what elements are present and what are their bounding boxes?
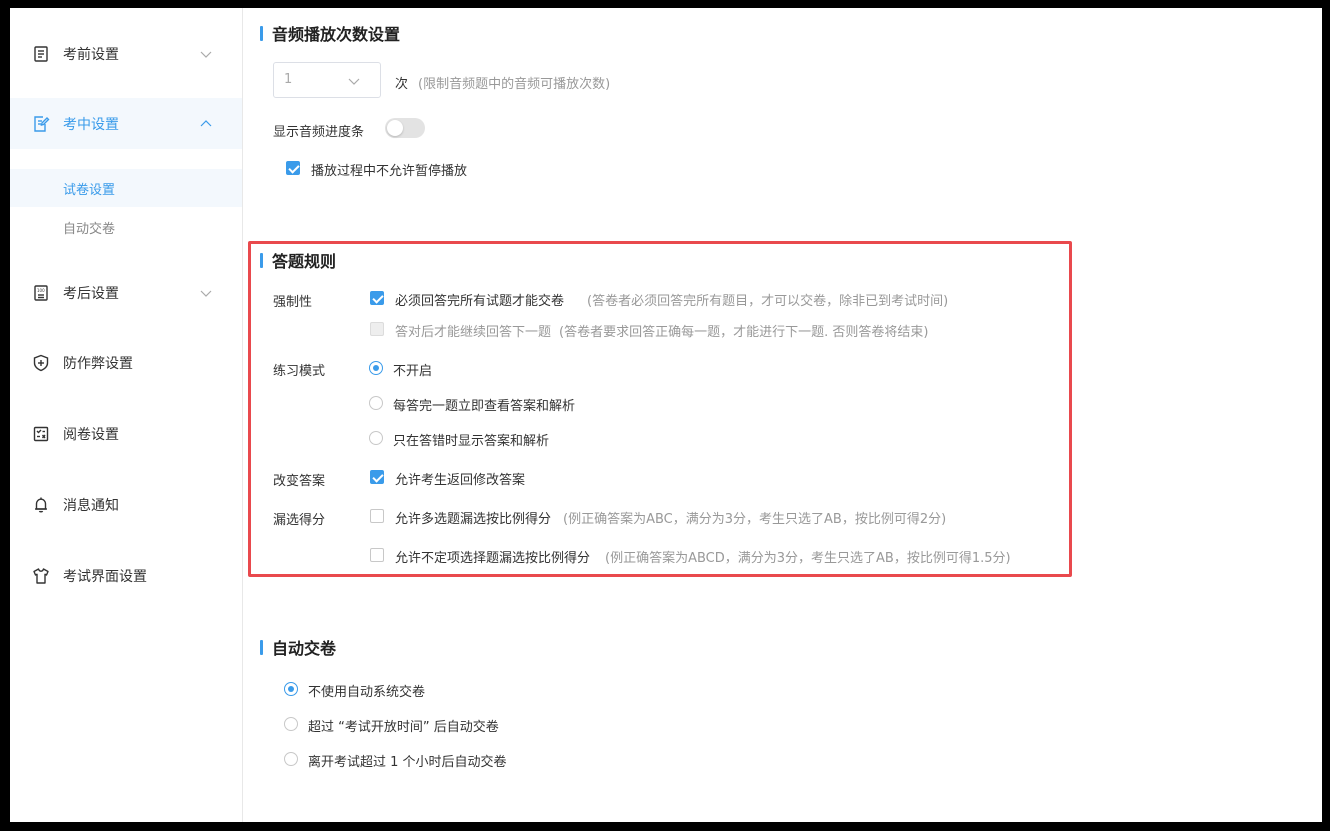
sidebar-item-label: 考中设置 — [63, 116, 119, 133]
practice-option-label: 每答完一题立即查看答案和解析 — [393, 399, 576, 414]
indefinite-choice-partial-checkbox[interactable] — [370, 548, 384, 562]
progress-bar-toggle[interactable] — [385, 118, 425, 138]
section-title-audio: 音频播放次数设置 — [260, 21, 400, 45]
play-count-select[interactable]: 1 — [273, 62, 381, 98]
toggle-knob — [387, 120, 403, 136]
section-title-text: 自动交卷 — [272, 639, 337, 658]
sidebar-item-pre-exam[interactable]: 考前设置 — [10, 28, 242, 79]
practice-show-on-wrong-radio[interactable] — [369, 431, 383, 445]
sidebar-subitem-label: 试卷设置 — [63, 182, 116, 198]
multi-choice-partial-hint: (例正确答案为ABC，满分为3分，考生只选了AB，按比例可得2分) — [563, 512, 947, 527]
chevron-up-icon — [200, 118, 212, 130]
practice-option-label: 不开启 — [393, 364, 433, 379]
chevron-down-icon — [200, 48, 212, 60]
partial-score-label: 漏选得分 — [273, 513, 326, 528]
auto-submit-option-label: 超过 “考试开放时间” 后自动交卷 — [308, 720, 499, 735]
sidebar-item-exam-ui[interactable]: 考试界面设置 — [10, 550, 242, 601]
play-count-unit: 次 — [395, 77, 409, 92]
play-count-hint: (限制音频题中的音频可播放次数) — [418, 77, 611, 92]
sidebar-subitem-label: 自动交卷 — [63, 221, 116, 237]
mandatory-label: 强制性 — [273, 295, 313, 310]
change-answer-label: 改变答案 — [273, 474, 326, 489]
sidebar-item-label: 防作弊设置 — [63, 355, 133, 372]
practice-mode-label: 练习模式 — [273, 364, 326, 379]
submit-after-leave-radio[interactable] — [284, 752, 298, 766]
sidebar-subitem-auto-submit[interactable]: 自动交卷 — [10, 208, 242, 246]
indefinite-choice-partial-hint: (例正确答案为ABCD，满分为3分，考生只选了AB，按比例可得1.5分) — [605, 551, 1011, 566]
allow-change-answer-checkbox[interactable] — [370, 470, 384, 484]
practice-off-radio[interactable] — [369, 361, 383, 375]
chevron-down-icon — [348, 75, 360, 87]
svg-text:100: 100 — [37, 288, 45, 293]
play-count-value: 1 — [284, 72, 293, 87]
edit-document-icon — [32, 115, 50, 133]
section-title-text: 答题规则 — [272, 252, 337, 271]
bell-icon — [32, 496, 50, 514]
require-all-answered-hint: (答卷者必须回答完所有题目，才可以交卷，除非已到考试时间) — [587, 294, 949, 309]
require-all-answered-checkbox[interactable] — [370, 291, 384, 305]
sidebar-item-label: 考后设置 — [63, 285, 119, 302]
shield-icon — [32, 354, 50, 372]
chevron-down-icon — [200, 287, 212, 299]
sidebar: 考前设置 考中设置 试卷设置 自动交卷 100 考后设置 防作弊设置 阅卷设置 … — [10, 8, 243, 822]
progress-bar-label: 显示音频进度条 — [273, 125, 365, 140]
correct-to-continue-hint: (答卷者要求回答正确每一题，才能进行下一题. 否则答卷将结束) — [559, 325, 929, 340]
indefinite-choice-partial-label: 允许不定项选择题漏选按比例得分 — [395, 551, 591, 566]
section-accent-bar — [260, 25, 263, 41]
submit-after-open-time-radio[interactable] — [284, 717, 298, 731]
auto-submit-option-label: 不使用自动系统交卷 — [308, 685, 426, 700]
section-accent-bar — [260, 639, 263, 655]
practice-option-label: 只在答错时显示答案和解析 — [393, 434, 550, 449]
section-title-text: 音频播放次数设置 — [272, 25, 401, 44]
sidebar-item-during-exam[interactable]: 考中设置 — [10, 98, 242, 149]
allow-change-answer-text: 允许考生返回修改答案 — [395, 473, 526, 488]
no-auto-submit-radio[interactable] — [284, 682, 298, 696]
sidebar-item-label: 消息通知 — [63, 497, 119, 514]
sidebar-item-grading[interactable]: 阅卷设置 — [10, 408, 242, 459]
no-pause-checkbox[interactable] — [286, 161, 300, 175]
shirt-icon — [32, 567, 50, 585]
auto-submit-option-label: 离开考试超过 1 个小时后自动交卷 — [308, 755, 507, 770]
no-pause-label: 播放过程中不允许暂停播放 — [311, 164, 468, 179]
sidebar-item-post-exam[interactable]: 100 考后设置 — [10, 267, 242, 318]
section-title-auto-submit: 自动交卷 — [260, 635, 336, 659]
correct-to-continue-label: 答对后才能继续回答下一题 — [395, 325, 552, 340]
score-icon: 100 — [32, 284, 50, 302]
section-title-rules: 答题规则 — [260, 248, 336, 272]
grading-icon — [32, 425, 50, 443]
practice-show-after-each-radio[interactable] — [369, 396, 383, 410]
correct-to-continue-checkbox[interactable] — [370, 322, 384, 336]
sidebar-item-label: 考试界面设置 — [63, 568, 147, 585]
sidebar-item-anti-cheat[interactable]: 防作弊设置 — [10, 337, 242, 388]
sidebar-subitem-paper-settings[interactable]: 试卷设置 — [10, 169, 242, 207]
multi-choice-partial-label: 允许多选题漏选按比例得分 — [395, 512, 552, 527]
app-window: 考前设置 考中设置 试卷设置 自动交卷 100 考后设置 防作弊设置 阅卷设置 … — [10, 8, 1322, 822]
document-icon — [32, 45, 50, 63]
sidebar-item-label: 考前设置 — [63, 46, 119, 63]
main-content: 音频播放次数设置 1 次 (限制音频题中的音频可播放次数) 显示音频进度条 播放… — [244, 8, 1322, 822]
sidebar-item-notifications[interactable]: 消息通知 — [10, 479, 242, 530]
sidebar-item-label: 阅卷设置 — [63, 426, 119, 443]
section-accent-bar — [260, 252, 263, 268]
multi-choice-partial-checkbox[interactable] — [370, 509, 384, 523]
require-all-answered-label: 必须回答完所有试题才能交卷 — [395, 294, 565, 309]
